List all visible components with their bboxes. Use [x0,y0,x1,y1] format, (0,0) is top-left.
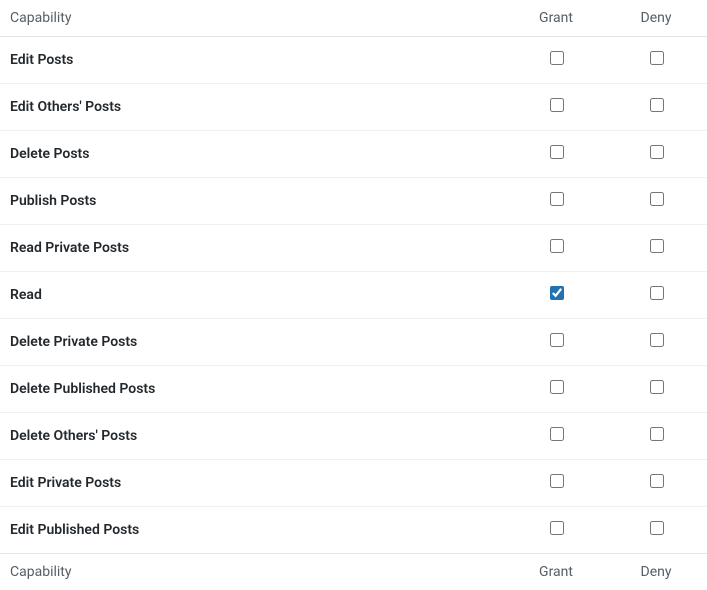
capability-label: Publish Posts [0,178,507,225]
deny-cell [607,272,707,319]
capability-label: Edit Posts [0,37,507,84]
capability-label: Edit Others' Posts [0,84,507,131]
grant-checkbox[interactable] [550,333,564,347]
grant-checkbox[interactable] [550,286,564,300]
header-capability: Capability [0,0,507,37]
grant-cell [507,178,607,225]
capability-label: Delete Published Posts [0,366,507,413]
grant-cell [507,37,607,84]
grant-checkbox[interactable] [550,239,564,253]
grant-checkbox[interactable] [550,474,564,488]
capability-label: Edit Private Posts [0,460,507,507]
deny-checkbox[interactable] [650,145,664,159]
deny-checkbox[interactable] [650,192,664,206]
deny-checkbox[interactable] [650,427,664,441]
footer-grant: Grant [507,554,607,590]
deny-cell [607,178,707,225]
deny-cell [607,319,707,366]
table-row: Edit Posts [0,37,707,84]
deny-checkbox[interactable] [650,239,664,253]
grant-cell [507,460,607,507]
table-row: Edit Published Posts [0,507,707,554]
grant-cell [507,225,607,272]
capability-label: Read [0,272,507,319]
capabilities-table: Capability Grant Deny Edit PostsEdit Oth… [0,0,707,590]
grant-checkbox[interactable] [550,427,564,441]
grant-cell [507,272,607,319]
grant-checkbox[interactable] [550,51,564,65]
deny-cell [607,460,707,507]
capability-label: Delete Posts [0,131,507,178]
grant-cell [507,366,607,413]
grant-checkbox[interactable] [550,145,564,159]
footer-deny: Deny [607,554,707,590]
capability-label: Edit Published Posts [0,507,507,554]
grant-cell [507,413,607,460]
capability-label: Delete Others' Posts [0,413,507,460]
deny-checkbox[interactable] [650,286,664,300]
deny-checkbox[interactable] [650,474,664,488]
deny-cell [607,413,707,460]
deny-cell [607,225,707,272]
grant-checkbox[interactable] [550,192,564,206]
deny-checkbox[interactable] [650,333,664,347]
deny-cell [607,507,707,554]
header-grant: Grant [507,0,607,37]
header-deny: Deny [607,0,707,37]
table-row: Delete Others' Posts [0,413,707,460]
deny-checkbox[interactable] [650,521,664,535]
grant-checkbox[interactable] [550,521,564,535]
deny-cell [607,84,707,131]
deny-checkbox[interactable] [650,51,664,65]
footer-capability: Capability [0,554,507,590]
footer-row: Capability Grant Deny [0,554,707,590]
deny-checkbox[interactable] [650,380,664,394]
table-row: Delete Private Posts [0,319,707,366]
table-row: Delete Posts [0,131,707,178]
table-row: Edit Private Posts [0,460,707,507]
table-row: Read [0,272,707,319]
deny-checkbox[interactable] [650,98,664,112]
deny-cell [607,37,707,84]
grant-checkbox[interactable] [550,98,564,112]
deny-cell [607,366,707,413]
table-row: Read Private Posts [0,225,707,272]
capability-label: Delete Private Posts [0,319,507,366]
header-row: Capability Grant Deny [0,0,707,37]
table-row: Publish Posts [0,178,707,225]
capability-label: Read Private Posts [0,225,507,272]
grant-checkbox[interactable] [550,380,564,394]
table-row: Edit Others' Posts [0,84,707,131]
grant-cell [507,319,607,366]
grant-cell [507,507,607,554]
grant-cell [507,131,607,178]
table-row: Delete Published Posts [0,366,707,413]
deny-cell [607,131,707,178]
grant-cell [507,84,607,131]
